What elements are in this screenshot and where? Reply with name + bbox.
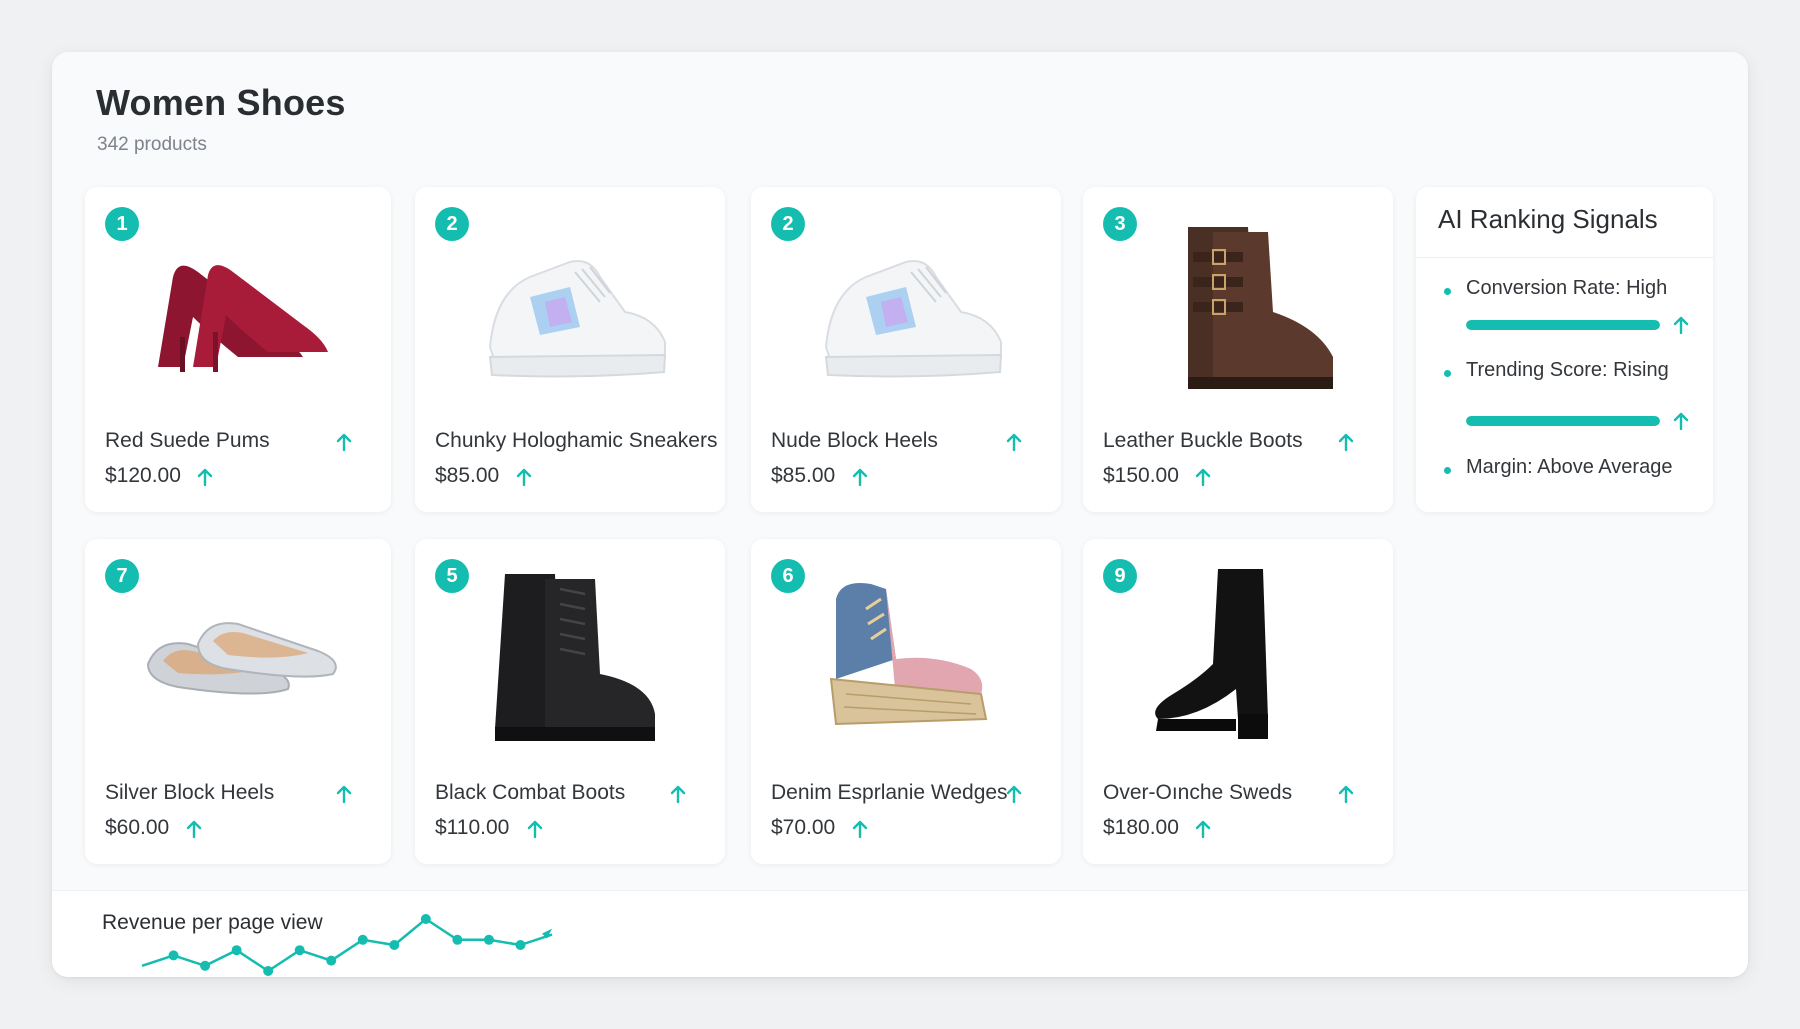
signal-margin: Margin: Above Average bbox=[1466, 456, 1673, 478]
arrow-up-icon bbox=[852, 820, 868, 839]
product-name[interactable]: Over-Oınche Sweds bbox=[1103, 781, 1292, 805]
sneaker-icon bbox=[445, 217, 695, 397]
rank-badge: 2 bbox=[435, 207, 469, 241]
arrow-up-icon bbox=[1673, 412, 1689, 431]
signal-conversion-bar bbox=[1466, 320, 1660, 330]
product-card[interactable]: 6 Denim Esprlanie Wedges $70.00 bbox=[751, 539, 1061, 864]
rank-badge: 2 bbox=[771, 207, 805, 241]
sparkline-point bbox=[420, 914, 431, 924]
tall-boot-icon bbox=[1113, 569, 1363, 749]
rank-badge: 1 bbox=[105, 207, 139, 241]
product-price: $85.00 bbox=[435, 464, 500, 487]
product-name[interactable]: Black Combat Boots bbox=[435, 781, 625, 805]
arrow-up-icon bbox=[336, 433, 352, 452]
product-card[interactable]: 9 Over-Oınche Sweds $180.00 bbox=[1083, 539, 1393, 864]
rank-badge: 3 bbox=[1103, 207, 1137, 241]
arrow-up-icon bbox=[1338, 785, 1354, 804]
sparkline-point bbox=[294, 945, 305, 956]
arrow-up-icon bbox=[1195, 468, 1211, 487]
revenue-sparkline bbox=[141, 914, 553, 976]
bullet-icon bbox=[1444, 288, 1451, 295]
sparkline-point bbox=[231, 945, 242, 956]
signal-trending-bar bbox=[1466, 416, 1660, 426]
product-price: $110.00 bbox=[435, 816, 510, 839]
product-price: $70.00 bbox=[771, 816, 836, 839]
arrow-up-icon bbox=[670, 785, 686, 804]
sparkline-point bbox=[263, 966, 274, 976]
sparkline-point bbox=[357, 934, 368, 945]
wedge-icon bbox=[781, 569, 1031, 749]
arrow-up-icon bbox=[1006, 785, 1022, 804]
product-name[interactable]: Leather Buckle Boots bbox=[1103, 429, 1303, 453]
ai-ranking-signals-panel: AI Ranking Signals Conversion Rate: High… bbox=[1416, 187, 1713, 512]
page-title: Women Shoes bbox=[96, 82, 346, 123]
product-price: $120.00 bbox=[105, 464, 181, 487]
rank-badge: 6 bbox=[771, 559, 805, 593]
product-name[interactable]: Nude Block Heels bbox=[771, 429, 938, 453]
arrow-up-icon bbox=[516, 468, 532, 487]
product-name[interactable]: Silver Block Heels bbox=[105, 781, 274, 805]
arrow-up-icon bbox=[197, 468, 213, 487]
bullet-icon bbox=[1444, 467, 1451, 474]
arrow-up-icon bbox=[1195, 820, 1211, 839]
rank-badge: 7 bbox=[105, 559, 139, 593]
arrow-up-icon bbox=[1006, 433, 1022, 452]
product-count: 342 products bbox=[97, 134, 207, 155]
category-panel: Women Shoes 342 products 1 Red Suede Pum… bbox=[52, 52, 1748, 977]
sparkline-point bbox=[326, 955, 337, 966]
arrow-up-icon bbox=[852, 468, 868, 487]
signal-conversion-bar-fill bbox=[1466, 320, 1660, 330]
product-name[interactable]: Denim Esprlanie Wedges bbox=[771, 781, 1008, 805]
product-card[interactable]: 5 Black Combat Boots $110.00 bbox=[415, 539, 725, 864]
rank-badge: 5 bbox=[435, 559, 469, 593]
sneaker-icon bbox=[781, 217, 1031, 397]
silver-flat-icon bbox=[115, 569, 361, 749]
product-price: $85.00 bbox=[771, 464, 836, 487]
product-price: $60.00 bbox=[105, 816, 170, 839]
product-name[interactable]: Chunky Hologhamic Sneakers bbox=[435, 429, 717, 453]
signal-conversion-rate: Conversion Rate: High bbox=[1466, 277, 1668, 299]
bullet-icon bbox=[1444, 370, 1451, 377]
buckle-boot-icon bbox=[1113, 217, 1363, 397]
rank-badge: 9 bbox=[1103, 559, 1137, 593]
product-card[interactable]: 3 Leather Buckle Boots $150.00 bbox=[1083, 187, 1393, 512]
arrow-up-icon bbox=[527, 820, 543, 839]
product-card[interactable]: 2 Chunky Hologhamic Sneakers $85.00 bbox=[415, 187, 725, 512]
sparkline-point bbox=[452, 934, 463, 945]
product-name[interactable]: Red Suede Pums bbox=[105, 429, 270, 453]
product-card[interactable]: 7 Silver Block Heels $60.00 bbox=[85, 539, 391, 864]
arrow-up-icon bbox=[186, 820, 202, 839]
sparkline-point bbox=[515, 940, 526, 950]
signals-divider bbox=[1416, 257, 1713, 258]
signal-trending-score: Trending Score: Rising bbox=[1466, 359, 1669, 381]
product-price: $180.00 bbox=[1103, 816, 1179, 839]
sparkline-point bbox=[483, 934, 494, 945]
sparkline-point bbox=[200, 960, 211, 971]
signal-trending-bar-fill bbox=[1466, 416, 1660, 426]
sparkline-point bbox=[389, 940, 400, 950]
revenue-chart: Revenue per page view bbox=[52, 890, 1748, 977]
sparkline-point bbox=[168, 950, 179, 961]
product-card[interactable]: 2 Nude Block Heels $85.00 bbox=[751, 187, 1061, 512]
combat-boot-icon bbox=[445, 569, 695, 749]
red-pump-icon bbox=[115, 217, 361, 397]
arrow-up-icon bbox=[1673, 316, 1689, 335]
signals-title: AI Ranking Signals bbox=[1438, 204, 1658, 234]
product-price: $150.00 bbox=[1103, 464, 1179, 487]
arrow-up-icon bbox=[336, 785, 352, 804]
arrow-up-icon bbox=[1338, 433, 1354, 452]
product-card[interactable]: 1 Red Suede Pums $120.00 bbox=[85, 187, 391, 512]
